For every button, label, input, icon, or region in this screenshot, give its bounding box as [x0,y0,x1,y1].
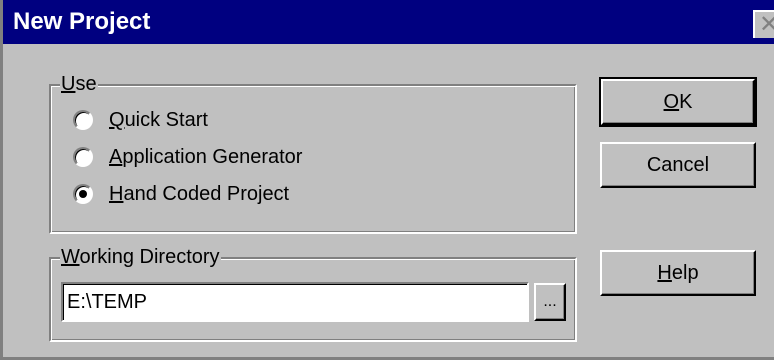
radio-label[interactable]: Hand Coded Project [109,181,289,207]
dialog-title: New Project [13,8,151,35]
browse-button[interactable]: ... [534,283,566,321]
radio-button[interactable] [73,147,93,167]
close-icon: ✕ [759,12,774,38]
use-groupbox: Use Quick Start Application Generator Ha… [49,73,577,234]
radio-selected-dot [79,190,87,198]
title-bar[interactable]: New Project ✕ [3,0,774,44]
ok-button[interactable]: OK [601,79,755,125]
working-directory-input[interactable] [67,288,522,316]
help-button[interactable]: Help [600,250,756,296]
close-button[interactable]: ✕ [753,10,774,38]
working-directory-legend: Working Directory [60,246,221,268]
radio-button-selected[interactable] [73,184,93,204]
use-legend: Use [60,73,98,95]
radio-label[interactable]: Quick Start [109,107,208,133]
working-directory-field[interactable] [61,282,529,322]
radio-label[interactable]: Application Generator [109,144,302,170]
radio-button[interactable] [73,110,93,130]
cancel-button[interactable]: Cancel [600,142,756,188]
working-directory-groupbox: Working Directory ... [49,246,577,342]
new-project-dialog: New Project ✕ Use Quick Start Applicatio… [0,0,774,360]
